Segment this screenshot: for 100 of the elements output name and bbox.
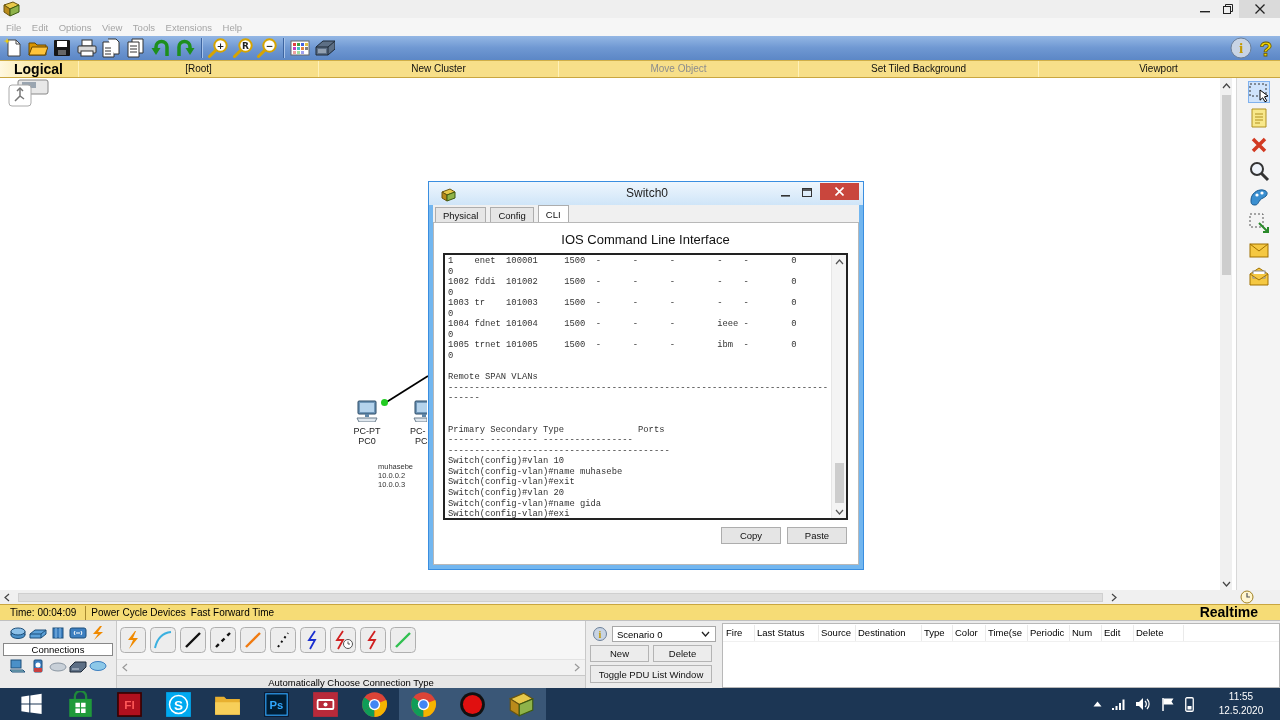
printer-icon[interactable] bbox=[76, 38, 97, 58]
computer-app-icon[interactable] bbox=[508, 690, 535, 718]
column-header[interactable]: Periodic bbox=[1028, 624, 1070, 641]
column-header[interactable]: Fire bbox=[724, 624, 755, 641]
panel-button[interactable]: Copy bbox=[721, 527, 781, 544]
column-header[interactable]: Type bbox=[922, 624, 953, 641]
column-header[interactable]: Time(se bbox=[986, 624, 1028, 641]
clock-icon[interactable] bbox=[1240, 590, 1254, 604]
resize-icon[interactable] bbox=[1247, 212, 1270, 235]
open-envelope-icon[interactable] bbox=[1247, 265, 1270, 288]
restore-icon bbox=[1222, 4, 1233, 14]
column-header[interactable]: Last Status bbox=[755, 624, 819, 641]
chevron-down-icon bbox=[701, 631, 710, 637]
save-icon[interactable] bbox=[52, 38, 73, 58]
magnifier-icon[interactable] bbox=[1247, 159, 1270, 182]
toggle-button[interactable]: Toggle PDU List Window bbox=[590, 665, 712, 683]
taskbar-button[interactable]: Ps bbox=[252, 688, 301, 720]
screen-frame-icon[interactable] bbox=[312, 690, 339, 718]
minimize-icon bbox=[1199, 11, 1210, 13]
paint-palette-icon[interactable] bbox=[1247, 186, 1270, 209]
scroll-left-icon[interactable] bbox=[4, 592, 10, 602]
workspace-button[interactable]: [Root] bbox=[78, 61, 318, 77]
close-icon bbox=[1254, 4, 1265, 14]
taskbar-button[interactable] bbox=[399, 688, 448, 720]
clock-date[interactable]: 12.5.2020 bbox=[1218, 704, 1264, 718]
lightning-clock-icon[interactable] bbox=[330, 627, 356, 653]
column-header[interactable]: Delete bbox=[1134, 624, 1184, 641]
photoshop-app-icon[interactable]: Ps bbox=[263, 690, 290, 718]
connection-type-label: Automatically Choose Connection Type bbox=[117, 675, 585, 688]
switch-icon[interactable] bbox=[29, 626, 47, 640]
hub-icon[interactable] bbox=[49, 626, 67, 640]
page-stack-icon[interactable] bbox=[125, 38, 146, 58]
lightning-icon[interactable] bbox=[360, 627, 386, 653]
device-model-label: PC-PT bbox=[353, 426, 381, 436]
record-icon[interactable] bbox=[459, 690, 486, 718]
tab[interactable]: Physical bbox=[435, 207, 487, 222]
scrollbar-thumb[interactable] bbox=[834, 463, 844, 503]
color-grid-icon[interactable] bbox=[290, 38, 311, 58]
rack-device-icon[interactable] bbox=[314, 38, 335, 58]
clock-time[interactable]: 11:55 bbox=[1228, 690, 1254, 704]
selection-icon[interactable] bbox=[1247, 81, 1270, 103]
device-name-label: PC bbox=[415, 436, 428, 446]
time-action-link[interactable]: Power Cycle Devices bbox=[91, 607, 186, 618]
panel-button[interactable]: Paste bbox=[787, 527, 847, 544]
scrollbar-thumb[interactable] bbox=[18, 592, 1103, 602]
minimize-icon bbox=[780, 194, 790, 197]
scenario-button[interactable]: New bbox=[590, 645, 649, 662]
device-name-label: PC0 bbox=[358, 436, 376, 446]
chrome-icon[interactable] bbox=[410, 690, 437, 718]
simulation-time: Time: 00:04:09 bbox=[0, 605, 87, 620]
new-file-icon[interactable] bbox=[3, 38, 23, 58]
scroll-up-icon[interactable] bbox=[1221, 83, 1231, 89]
scroll-down-icon[interactable] bbox=[1221, 581, 1231, 587]
device-model-label: PC- bbox=[410, 426, 426, 436]
volume-icon[interactable] bbox=[1135, 697, 1151, 711]
computer-icon[interactable] bbox=[355, 400, 379, 422]
scroll-right-icon[interactable] bbox=[1111, 592, 1117, 602]
close-icon bbox=[835, 187, 844, 196]
mode-label[interactable]: Realtime bbox=[1199, 605, 1280, 620]
terminal-output: 1 enet 100001 1500 - - - - - 0 0 1002 fddi 101002 1500 - - - - - 0 0 1003 tr 101003 1500 - - - - - 0 0 1004 fdnet 101004 1500 - - - ieee - 0 0 1005 trnet 101005 1500 - - - ibm - 0 0 Remote SPAN VLANs ------------------------------------------------------------------------ ------ Primary Secondary Type Ports ------- --------- ----------------- ------------------------------------------ Switch(config)#vlan 10 Switch(config-vlan)#name muhasebe Switch(config-vlan)#exit Switch(config)#vlan 20 Switch(config-vlan)#name gida Switch(config-vlan)#exi bbox=[447, 255, 830, 518]
tab[interactable]: Config bbox=[490, 207, 534, 222]
terminal-scrollbar[interactable] bbox=[831, 255, 846, 518]
column-header[interactable]: Destination bbox=[856, 624, 922, 641]
dropdown-value: Scenario 0 bbox=[617, 628, 663, 640]
time-action-link[interactable]: Fast Forward Time bbox=[190, 607, 275, 618]
computer-icon[interactable] bbox=[9, 659, 27, 673]
column-header[interactable]: Source bbox=[819, 624, 856, 641]
cable-line bbox=[384, 375, 428, 404]
branch-icon[interactable] bbox=[8, 79, 50, 107]
panel-heading: IOS Command Line Interface bbox=[560, 231, 731, 249]
shopping-bag-icon[interactable] bbox=[67, 690, 94, 718]
workspace-button[interactable]: Set Tiled Background bbox=[798, 61, 1038, 77]
scroll-down-icon[interactable] bbox=[834, 509, 844, 515]
router-icon[interactable] bbox=[9, 626, 27, 640]
vertical-scrollbar[interactable] bbox=[1220, 78, 1232, 590]
wireless-icon[interactable] bbox=[69, 626, 87, 640]
category-label: Connections bbox=[3, 643, 113, 656]
window-title: Switch0 bbox=[625, 185, 669, 202]
computer-icon[interactable] bbox=[412, 400, 427, 422]
documents-icon[interactable] bbox=[101, 38, 122, 58]
scenario-button[interactable]: Delete bbox=[653, 645, 712, 662]
lightning-icon[interactable] bbox=[300, 627, 326, 653]
caret-up-icon[interactable] bbox=[1093, 701, 1102, 707]
rack-device-icon[interactable] bbox=[69, 659, 87, 673]
port-status-icon bbox=[381, 399, 388, 406]
close-button[interactable] bbox=[1239, 0, 1280, 18]
scroll-up-icon[interactable] bbox=[834, 259, 844, 265]
computer-app-icon bbox=[440, 188, 456, 202]
flag-icon[interactable] bbox=[1161, 697, 1175, 711]
column-header[interactable]: Edit bbox=[1102, 624, 1134, 641]
phone-icon[interactable] bbox=[1185, 696, 1194, 712]
tab[interactable]: CLI bbox=[537, 205, 569, 222]
scenario-dropdown[interactable]: Scenario 0 bbox=[612, 626, 716, 642]
scrollbar-thumb[interactable] bbox=[1221, 95, 1231, 275]
column-header[interactable]: Color bbox=[953, 624, 986, 641]
workspace-button[interactable]: Viewport bbox=[1038, 61, 1278, 77]
signal-icon[interactable] bbox=[1112, 698, 1125, 710]
chrome-icon[interactable] bbox=[361, 690, 388, 718]
column-header[interactable]: Num bbox=[1070, 624, 1102, 641]
workspace-button[interactable]: New Cluster bbox=[318, 61, 558, 77]
